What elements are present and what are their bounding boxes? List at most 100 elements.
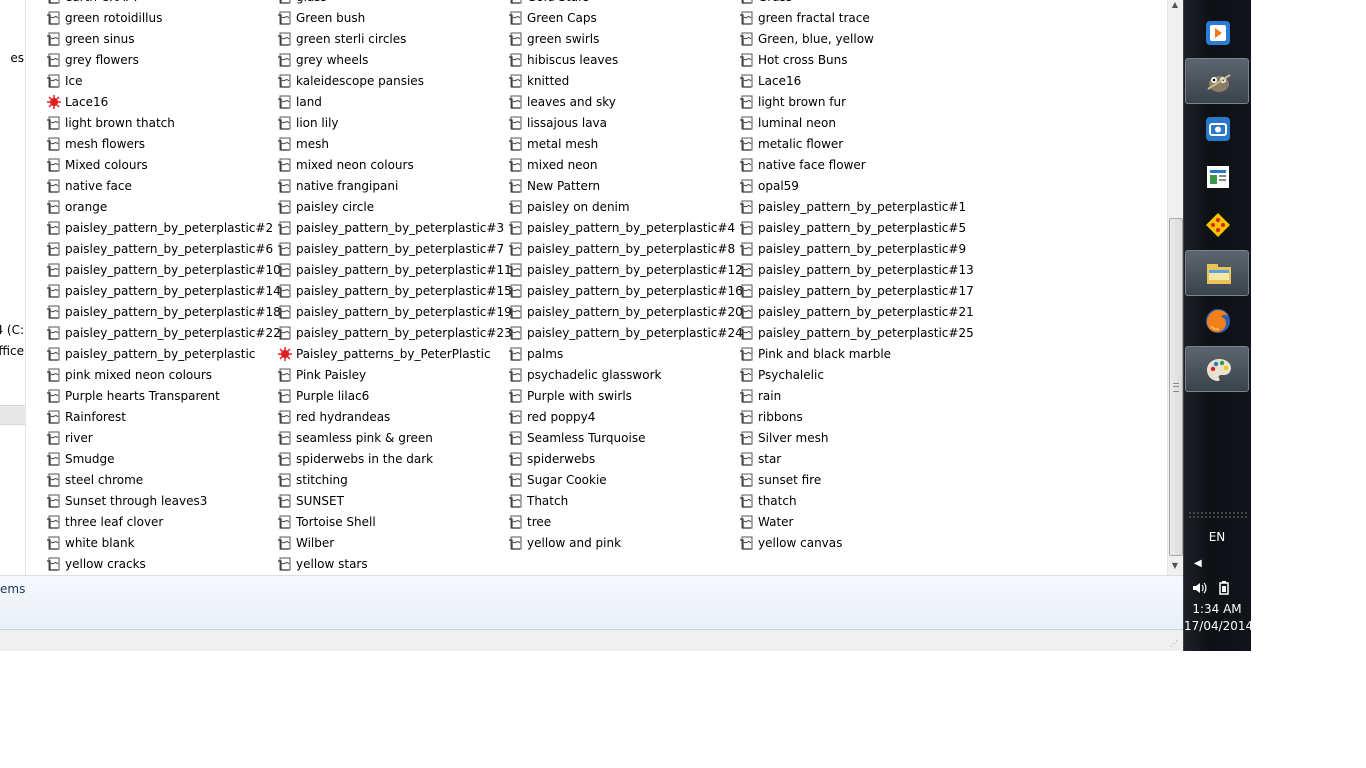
file-item[interactable]: metalic flower	[739, 134, 843, 154]
file-item[interactable]: tree	[508, 512, 551, 532]
navigation-pane[interactable]: es 4 (C: ffice	[0, 0, 26, 575]
file-item[interactable]: yellow and pink	[508, 533, 621, 553]
scrollbar-thumb[interactable]	[1169, 218, 1183, 556]
file-item[interactable]: Seamless Turquoise	[508, 428, 645, 448]
file-item[interactable]: paisley_pattern_by_peterplastic#13	[739, 260, 974, 280]
file-item[interactable]: pink mixed neon colours	[46, 365, 212, 385]
file-item[interactable]: luminal neon	[739, 113, 836, 133]
file-item[interactable]: Paisley_patterns_by_PeterPlastic	[277, 344, 491, 364]
file-item[interactable]: glass	[277, 0, 327, 7]
taskbar-button-news-app[interactable]	[1185, 154, 1249, 200]
file-item[interactable]: red hydrandeas	[277, 407, 390, 427]
file-item[interactable]: opal59	[739, 176, 799, 196]
file-item[interactable]: knitted	[508, 71, 569, 91]
file-item[interactable]: Tortoise Shell	[277, 512, 376, 532]
file-item[interactable]: Psychalelic	[739, 365, 824, 385]
file-item[interactable]: native face flower	[739, 155, 866, 175]
file-item[interactable]: paisley_pattern_by_peterplastic#21	[739, 302, 974, 322]
file-item[interactable]: paisley_pattern_by_peterplastic#2	[46, 218, 273, 238]
file-item[interactable]: paisley circle	[277, 197, 374, 217]
file-item[interactable]: stitching	[277, 470, 348, 490]
file-item[interactable]: SUNSET	[277, 491, 344, 511]
file-item[interactable]: spiderwebs	[508, 449, 595, 469]
file-item[interactable]: paisley_pattern_by_peterplastic#20	[508, 302, 743, 322]
file-item[interactable]: leaves and sky	[508, 92, 616, 112]
file-item[interactable]: paisley_pattern_by_peterplastic#23	[277, 323, 512, 343]
vertical-scrollbar[interactable]: ▲ ▼	[1167, 0, 1183, 575]
file-item[interactable]: paisley_pattern_by_peterplastic#24	[508, 323, 743, 343]
file-item[interactable]: Thatch	[508, 491, 568, 511]
file-item[interactable]: lissajous lava	[508, 113, 607, 133]
file-item[interactable]: Water	[739, 512, 793, 532]
file-item[interactable]: land	[277, 92, 322, 112]
nav-item-libraries[interactable]: es	[10, 50, 24, 66]
file-item[interactable]: Silver mesh	[739, 428, 828, 448]
file-item[interactable]: earth CRAFT	[46, 0, 139, 7]
file-item[interactable]: paisley_pattern_by_peterplastic#19	[277, 302, 512, 322]
file-item[interactable]: Pink and black marble	[739, 344, 891, 364]
file-item[interactable]: paisley_pattern_by_peterplastic#8	[508, 239, 735, 259]
file-item[interactable]: paisley_pattern_by_peterplastic#4	[508, 218, 735, 238]
file-item[interactable]: light brown thatch	[46, 113, 175, 133]
file-item[interactable]: star	[739, 449, 781, 469]
nav-item-local-disk[interactable]: 4 (C:	[0, 322, 24, 338]
file-item[interactable]: Lace16	[739, 71, 801, 91]
file-item[interactable]: Sunset through leaves3	[46, 491, 207, 511]
file-item[interactable]: mixed neon colours	[277, 155, 414, 175]
file-item[interactable]: green sterli circles	[277, 29, 406, 49]
file-item[interactable]: paisley_pattern_by_peterplastic#15	[277, 281, 512, 301]
file-item[interactable]: paisley_pattern_by_peterplastic#16	[508, 281, 743, 301]
file-item[interactable]: yellow stars	[277, 554, 368, 574]
file-item[interactable]: white blank	[46, 533, 135, 553]
file-item[interactable]: green fractal trace	[739, 8, 870, 28]
file-item[interactable]: Green Caps	[508, 8, 597, 28]
file-item[interactable]: Lace16	[46, 92, 108, 112]
file-item[interactable]: orange	[46, 197, 107, 217]
file-item[interactable]: mesh flowers	[46, 134, 145, 154]
file-item[interactable]: grey wheels	[277, 50, 368, 70]
file-item[interactable]: palms	[508, 344, 563, 364]
file-item[interactable]: paisley_pattern_by_peterplastic#17	[739, 281, 974, 301]
file-item[interactable]: Purple hearts Transparent	[46, 386, 220, 406]
taskbar-button-paint-palette[interactable]	[1185, 346, 1249, 392]
file-item[interactable]: green sinus	[46, 29, 135, 49]
file-item[interactable]: Hot cross Buns	[739, 50, 848, 70]
file-item[interactable]: paisley on denim	[508, 197, 630, 217]
file-item[interactable]: green rotoidillus	[46, 8, 162, 28]
file-item[interactable]: Purple lilac6	[277, 386, 369, 406]
nav-selected-item[interactable]	[0, 405, 25, 425]
file-item[interactable]: paisley_pattern_by_peterplastic	[46, 344, 255, 364]
file-item[interactable]: river	[46, 428, 93, 448]
file-item[interactable]: paisley_pattern_by_peterplastic#22	[46, 323, 281, 343]
file-item[interactable]: paisley_pattern_by_peterplastic#3	[277, 218, 504, 238]
speaker-icon[interactable]	[1191, 580, 1207, 596]
file-item[interactable]: hibiscus leaves	[508, 50, 618, 70]
taskbar-button-file-explorer[interactable]	[1185, 250, 1249, 296]
file-item[interactable]: rain	[739, 386, 781, 406]
file-item[interactable]: green swirls	[508, 29, 599, 49]
file-item[interactable]: Pink Paisley	[277, 365, 366, 385]
taskbar-button-firefox[interactable]	[1185, 298, 1249, 344]
scroll-up-arrow[interactable]: ▲	[1168, 0, 1182, 10]
file-item[interactable]: mixed neon	[508, 155, 598, 175]
file-item[interactable]: paisley_pattern_by_peterplastic#1	[739, 197, 966, 217]
file-item[interactable]: Purple with swirls	[508, 386, 632, 406]
file-item[interactable]: paisley_pattern_by_peterplastic#25	[739, 323, 974, 343]
clock-time[interactable]: 1:34 AM	[1184, 602, 1250, 616]
show-hidden-icons-arrow[interactable]: ◀	[1194, 558, 1202, 569]
resize-grip-icon[interactable]: ⋰	[1170, 639, 1180, 649]
file-item[interactable]: Smudge	[46, 449, 115, 469]
file-item[interactable]: paisley_pattern_by_peterplastic#9	[739, 239, 966, 259]
file-item[interactable]: three leaf clover	[46, 512, 163, 532]
file-item[interactable]: native face	[46, 176, 132, 196]
power-icon[interactable]	[1216, 580, 1232, 596]
taskbar-button-gimp[interactable]	[1185, 58, 1249, 104]
file-item[interactable]: Rainforest	[46, 407, 126, 427]
file-item[interactable]: yellow cracks	[46, 554, 146, 574]
file-item[interactable]: lion lily	[277, 113, 339, 133]
file-item[interactable]: kaleidescope pansies	[277, 71, 424, 91]
taskbar-button-media-player[interactable]	[1185, 10, 1249, 56]
file-item[interactable]: paisley_pattern_by_peterplastic#7	[277, 239, 504, 259]
file-item[interactable]: thatch	[739, 491, 797, 511]
file-item[interactable]: Ice	[46, 71, 83, 91]
